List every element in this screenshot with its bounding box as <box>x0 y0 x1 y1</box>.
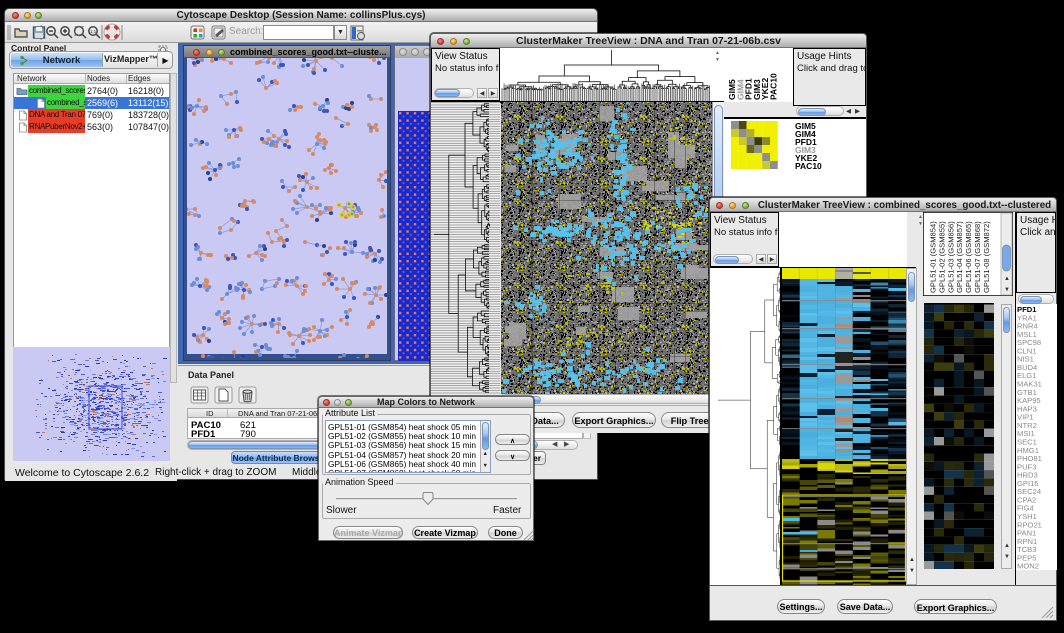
svg-text:▼: ▼ <box>1004 287 1010 293</box>
svg-text:GPL51-06 (GSM865): GPL51-06 (GSM865) <box>964 221 973 293</box>
svg-text:MON2: MON2 <box>1017 562 1039 570</box>
svg-text:GPL51-04 (GSM857): GPL51-04 (GSM857) <box>955 221 964 293</box>
svg-text:GPL51-07 (GSM868): GPL51-07 (GSM868) <box>973 221 982 293</box>
svg-text:GPL51-02 (GSM855): GPL51-02 (GSM855) <box>937 221 946 293</box>
svg-text:PAC10: PAC10 <box>769 73 779 100</box>
svg-text:GPL51-03 (GSM856): GPL51-03 (GSM856) <box>946 221 955 293</box>
svg-text:GPL51-08 (GSM872): GPL51-08 (GSM872) <box>982 221 991 293</box>
svg-text:GPL51-01 (GSM854): GPL51-01 (GSM854) <box>929 221 938 293</box>
svg-text:1:1: 1:1 <box>90 29 97 34</box>
svg-text:▲: ▲ <box>1004 276 1010 282</box>
